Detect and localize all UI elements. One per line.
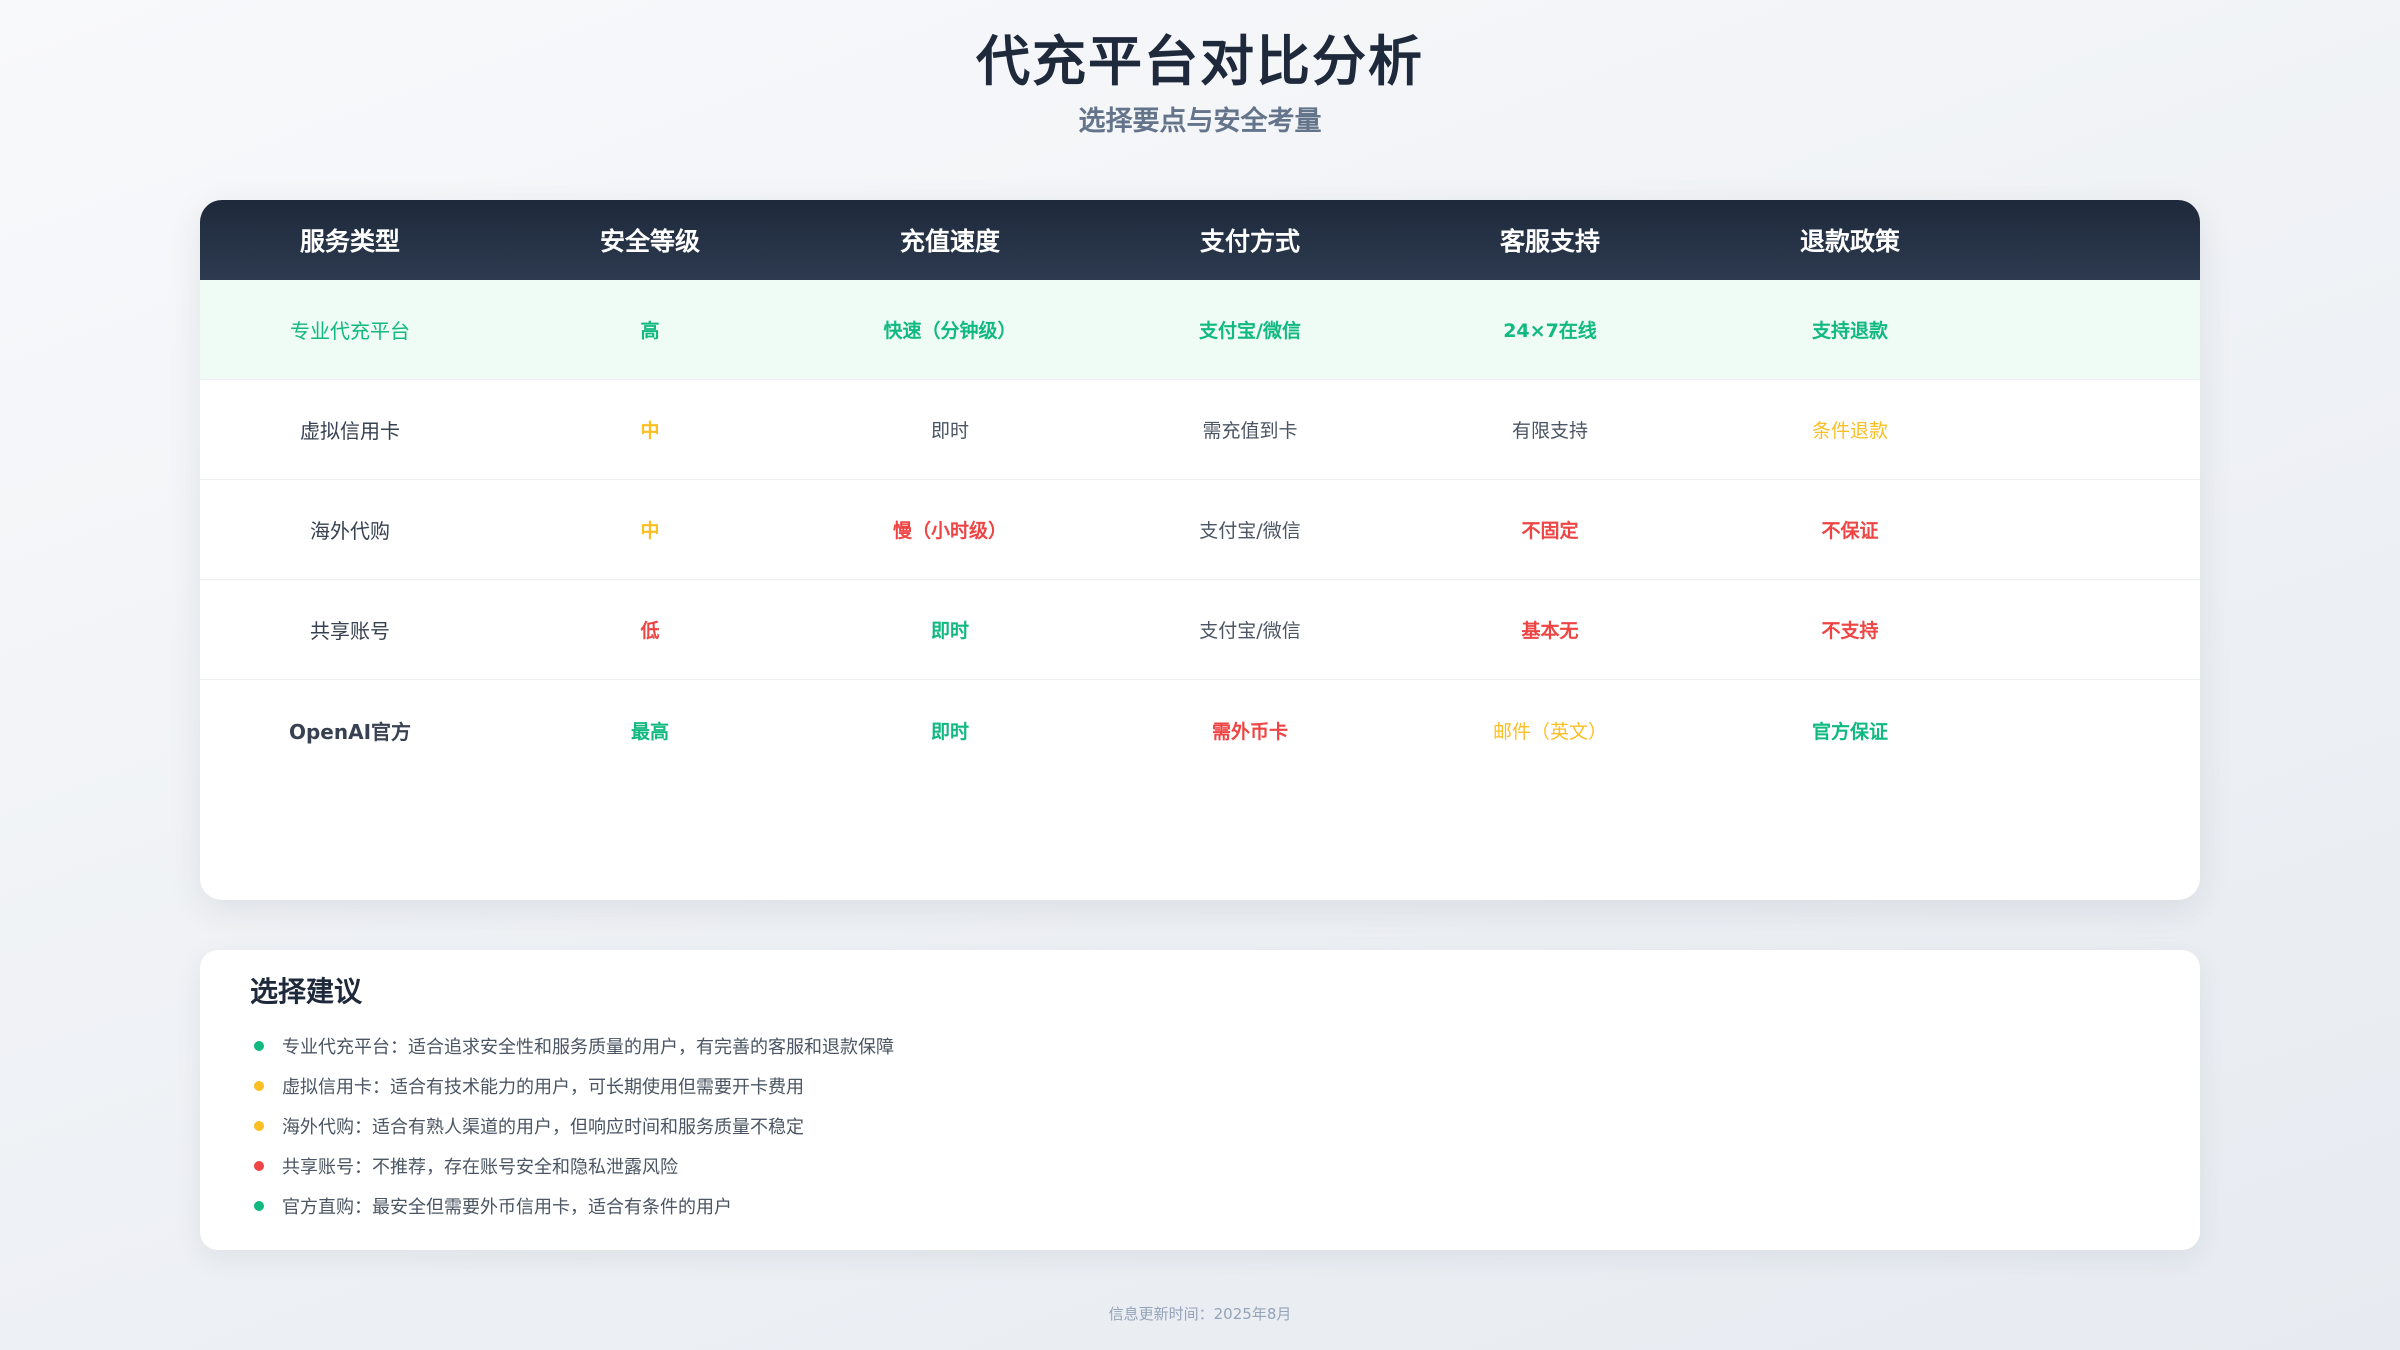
table-row: OpenAI官方 最高 即时 需外币卡 邮件（英文） 官方保证 bbox=[200, 680, 2200, 780]
column-header-payment-method: 支付方式 bbox=[1199, 227, 1300, 256]
table-cell: 支付宝/微信 bbox=[1199, 320, 1301, 342]
list-item: 官方直购：最安全但需要外币信用卡，适合有条件的用户 bbox=[250, 1186, 2150, 1226]
table-cell: 支付宝/微信 bbox=[1199, 620, 1301, 642]
table-cell: 低 bbox=[640, 620, 660, 642]
advice-title: 选择建议 bbox=[250, 975, 363, 1008]
list-item: 海外代购：适合有熟人渠道的用户，但响应时间和服务质量不稳定 bbox=[250, 1106, 2150, 1146]
table-cell: 有限支持 bbox=[1511, 420, 1588, 442]
table-row: 共享账号 低 即时 支付宝/微信 基本无 不支持 bbox=[200, 580, 2200, 680]
bullet-dot-icon bbox=[254, 1041, 264, 1051]
table-cell: 虚拟信用卡 bbox=[300, 419, 400, 443]
advice-text: 虚拟信用卡：适合有技术能力的用户，可长期使用但需要开卡费用 bbox=[282, 1077, 804, 1098]
page-subtitle: 选择要点与安全考量 bbox=[1078, 106, 1322, 137]
advice-text: 专业代充平台：适合追求安全性和服务质量的用户，有完善的客服和退款保障 bbox=[282, 1037, 894, 1058]
table-cell: 快速（分钟级） bbox=[883, 320, 1017, 342]
table-cell: 官方保证 bbox=[1811, 720, 1888, 743]
bullet-dot-icon bbox=[254, 1201, 264, 1211]
table-cell: 邮件（英文） bbox=[1492, 720, 1607, 743]
table-cell: 即时 bbox=[930, 720, 969, 743]
table-cell: 基本无 bbox=[1521, 620, 1579, 642]
table-cell: 海外代购 bbox=[310, 519, 390, 543]
bullet-dot-icon bbox=[254, 1161, 264, 1171]
column-header-service-type: 服务类型 bbox=[299, 227, 400, 256]
update-time-footer: 信息更新时间：2025年8月 bbox=[1108, 1305, 1292, 1323]
advice-panel: 选择建议 专业代充平台：适合追求安全性和服务质量的用户，有完善的客服和退款保障 … bbox=[200, 950, 2200, 1250]
table-cell: 不固定 bbox=[1521, 520, 1579, 542]
table-cell: 慢（小时级） bbox=[892, 520, 1007, 542]
table-cell: 支持退款 bbox=[1811, 320, 1888, 342]
page-header: 代充平台对比分析 选择要点与安全考量 bbox=[0, 28, 2400, 140]
advice-text: 共享账号：不推荐，存在账号安全和隐私泄露风险 bbox=[282, 1157, 678, 1178]
column-header-customer-support: 客服支持 bbox=[1499, 227, 1600, 256]
table-cell: 最高 bbox=[630, 720, 669, 743]
list-item: 专业代充平台：适合追求安全性和服务质量的用户，有完善的客服和退款保障 bbox=[250, 1026, 2150, 1066]
table-cell: OpenAI官方 bbox=[288, 719, 412, 744]
list-item: 虚拟信用卡：适合有技术能力的用户，可长期使用但需要开卡费用 bbox=[250, 1066, 2150, 1106]
table-row: 海外代购 中 慢（小时级） 支付宝/微信 不固定 不保证 bbox=[200, 480, 2200, 580]
table-cell: 支付宝/微信 bbox=[1199, 520, 1301, 542]
table-cell: 需外币卡 bbox=[1211, 720, 1288, 743]
list-item: 共享账号：不推荐，存在账号安全和隐私泄露风险 bbox=[250, 1146, 2150, 1186]
table-cell: 专业代充平台 bbox=[290, 319, 410, 343]
bullet-dot-icon bbox=[254, 1121, 264, 1131]
table-cell: 共享账号 bbox=[310, 619, 390, 643]
comparison-table: 服务类型 安全等级 充值速度 支付方式 客服支持 退款政策 专业代充平台 高 快… bbox=[200, 200, 2200, 900]
table-cell: 即时 bbox=[930, 620, 969, 642]
table-cell: 即时 bbox=[930, 420, 969, 442]
column-header-refund-policy: 退款政策 bbox=[1799, 227, 1900, 256]
column-header-security-level: 安全等级 bbox=[599, 227, 700, 256]
table-cell: 中 bbox=[640, 420, 660, 442]
table-cell: 中 bbox=[640, 520, 660, 542]
page-title: 代充平台对比分析 bbox=[976, 30, 1424, 93]
advice-text: 官方直购：最安全但需要外币信用卡，适合有条件的用户 bbox=[282, 1197, 732, 1218]
bullet-dot-icon bbox=[254, 1081, 264, 1091]
advice-text: 海外代购：适合有熟人渠道的用户，但响应时间和服务质量不稳定 bbox=[282, 1117, 804, 1138]
table-cell: 高 bbox=[640, 320, 660, 342]
column-header-recharge-speed: 充值速度 bbox=[899, 227, 1000, 256]
table-cell: 需充值到卡 bbox=[1202, 420, 1298, 442]
table-cell: 条件退款 bbox=[1811, 420, 1888, 442]
table-header: 服务类型 安全等级 充值速度 支付方式 客服支持 退款政策 bbox=[200, 200, 2200, 280]
table-row: 虚拟信用卡 中 即时 需充值到卡 有限支持 条件退款 bbox=[200, 380, 2200, 480]
table-cell: 24×7在线 bbox=[1503, 320, 1597, 342]
table-cell: 不支持 bbox=[1821, 620, 1879, 642]
table-row: 专业代充平台 高 快速（分钟级） 支付宝/微信 24×7在线 支持退款 bbox=[200, 280, 2200, 380]
table-cell: 不保证 bbox=[1821, 520, 1879, 542]
